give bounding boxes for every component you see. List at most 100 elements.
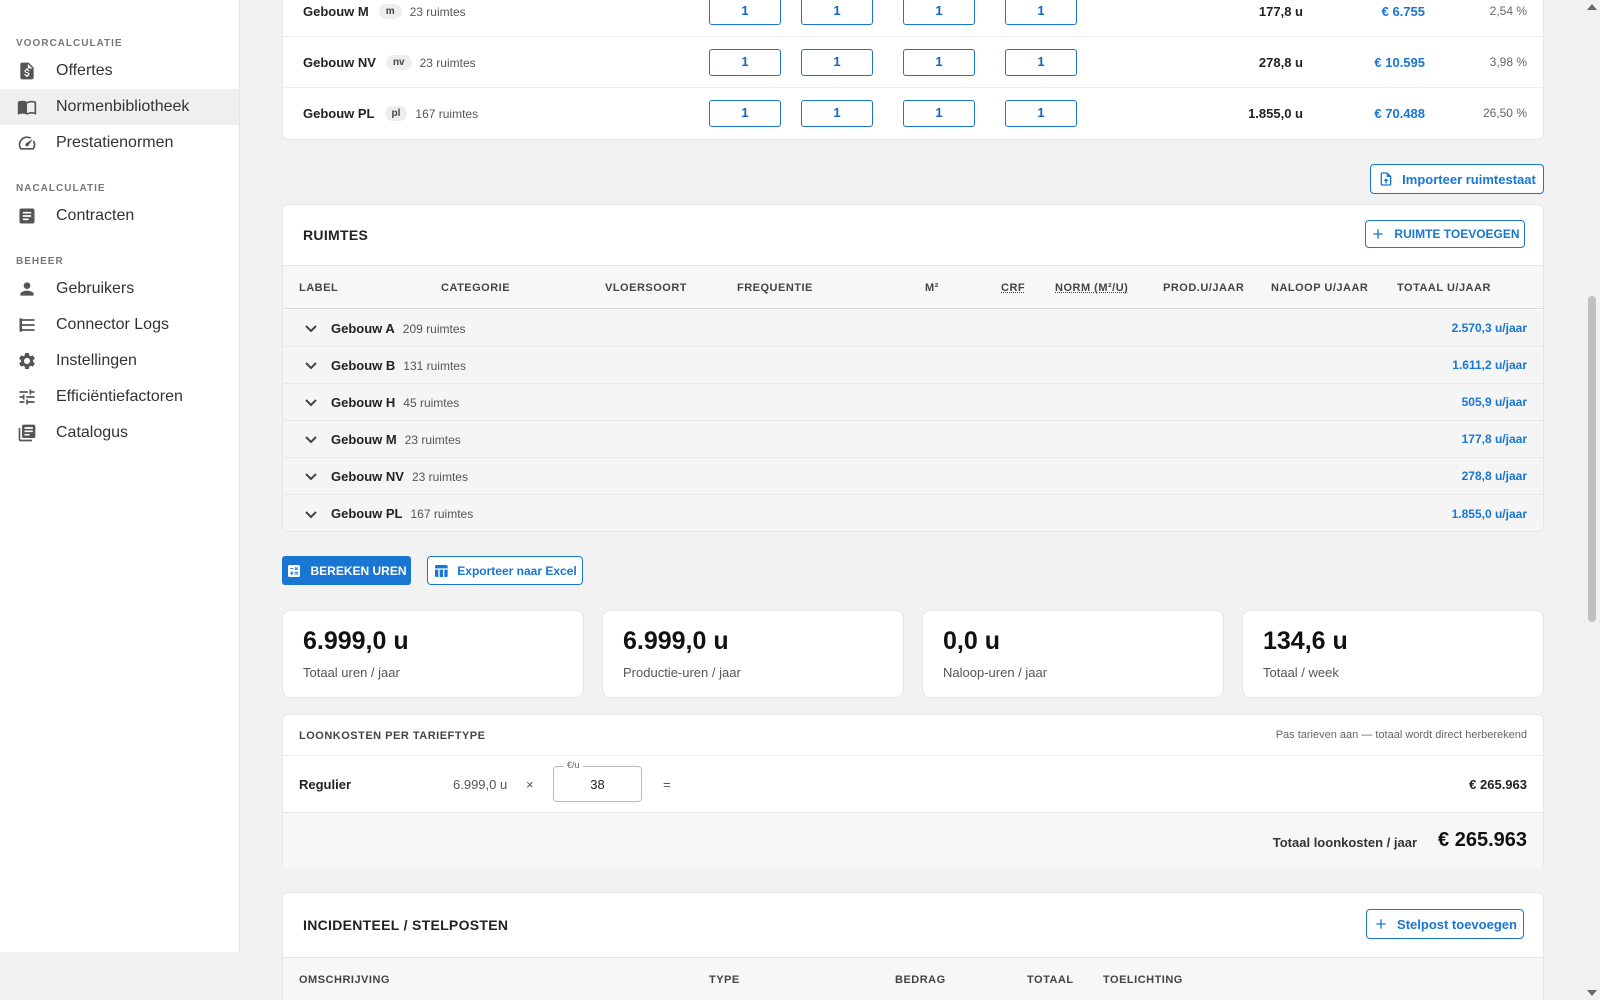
factor-input[interactable]: 1 (903, 0, 975, 25)
group-total: 2.570,3 u/jaar (1452, 321, 1527, 335)
invoice-icon (16, 60, 38, 82)
building-name: Gebouw PL pl 167 ruimtes (303, 106, 478, 121)
sidebar-item-label: Gebruikers (56, 280, 134, 298)
factor-input[interactable]: 1 (903, 49, 975, 76)
chevron-down-icon[interactable] (303, 394, 319, 410)
factor-input[interactable]: 1 (709, 49, 781, 76)
sidebar-item-efficientiefactoren[interactable]: Efficiëntiefactoren (0, 379, 239, 415)
page-scrollbar[interactable] (1584, 0, 1600, 1000)
ruimtes-card: RUIMTES RUIMTE TOEVOEGEN LABEL CATEGORIE… (282, 204, 1544, 532)
add-ruimte-button[interactable]: RUIMTE TOEVOEGEN (1365, 220, 1525, 248)
scroll-thumb[interactable] (1588, 296, 1596, 622)
building-group-row[interactable]: Gebouw PL 167 ruimtes 1.855,0 u/jaar (283, 495, 1543, 532)
group-name: Gebouw PL 167 ruimtes (331, 506, 473, 521)
import-ruimtestaat-button[interactable]: Importeer ruimtestaat (1370, 164, 1544, 194)
chevron-down-icon[interactable] (303, 320, 319, 336)
scroll-up-arrow-icon[interactable] (1587, 4, 1597, 10)
speedometer-icon (16, 132, 38, 154)
building-cost: € 10.595 (1303, 55, 1425, 70)
column-header[interactable]: TOTAAL U/JAAR (1397, 282, 1491, 294)
calculator-icon (286, 563, 302, 579)
column-header[interactable]: OMSCHRIJVING (299, 974, 390, 986)
column-header[interactable]: TOTAAL (1027, 974, 1074, 986)
column-header[interactable]: TYPE (709, 974, 740, 986)
factor-input[interactable]: 1 (903, 100, 975, 127)
building-group-row[interactable]: Gebouw A 209 ruimtes 2.570,3 u/jaar (283, 310, 1543, 347)
bereken-uren-label: BEREKEN UREN (310, 564, 406, 578)
column-header[interactable]: NORM (M²/U) (1055, 282, 1128, 294)
factor-input[interactable]: 1 (1005, 49, 1077, 76)
table-icon (433, 563, 449, 579)
sidebar-item-label: Instellingen (56, 352, 137, 370)
factor-input[interactable]: 1 (1005, 0, 1077, 25)
sliders-icon (16, 386, 38, 408)
building-group-row[interactable]: Gebouw B 131 ruimtes 1.611,2 u/jaar (283, 347, 1543, 384)
plus-icon (1373, 916, 1389, 932)
group-rooms: 23 ruimtes (412, 470, 468, 484)
building-cost: € 70.488 (1303, 106, 1425, 121)
factor-input[interactable]: 1 (709, 100, 781, 127)
column-header[interactable]: M² (925, 282, 939, 294)
sidebar-item-gebruikers[interactable]: Gebruikers (0, 271, 239, 307)
group-name: Gebouw A 209 ruimtes (331, 321, 466, 336)
sidebar-item-normenbibliotheek[interactable]: Normenbibliotheek (0, 89, 239, 125)
export-excel-label: Exporteer naar Excel (457, 564, 576, 578)
export-excel-button[interactable]: Exporteer naar Excel (427, 556, 583, 585)
group-rooms: 45 ruimtes (403, 396, 459, 410)
add-ruimte-label: RUIMTE TOEVOEGEN (1394, 227, 1519, 241)
building-row: Gebouw Mm 23 ruimtes 1 1 1 1 177,8 u € 6.… (283, 0, 1543, 37)
factor-input[interactable]: 1 (1005, 100, 1077, 127)
chevron-down-icon[interactable] (303, 357, 319, 373)
nav-section-title: BEHEER (0, 256, 239, 267)
column-header[interactable]: CRF (1001, 282, 1025, 294)
column-header[interactable]: LABEL (299, 282, 338, 294)
tarief-row-regulier: Regulier 6.999,0 u × €/u 38 = € 265.963 (283, 755, 1543, 813)
building-group-row[interactable]: Gebouw H 45 ruimtes 505,9 u/jaar (283, 384, 1543, 421)
group-total: 505,9 u/jaar (1462, 395, 1527, 409)
group-rooms: 131 ruimtes (403, 359, 466, 373)
list-icon (16, 314, 38, 336)
factor-input[interactable]: 1 (801, 100, 873, 127)
column-header[interactable]: CATEGORIE (441, 282, 510, 294)
stat-label: Productie-uren / jaar (623, 665, 741, 680)
factor-input[interactable]: 1 (709, 0, 781, 25)
column-header[interactable]: TOELICHTING (1103, 974, 1183, 986)
rate-input[interactable]: €/u 38 (553, 766, 642, 802)
column-header[interactable]: NALOOP U/JAAR (1271, 282, 1368, 294)
tarief-label: Regulier (299, 777, 351, 792)
sidebar-item-connector-logs[interactable]: Connector Logs (0, 307, 239, 343)
chevron-down-icon[interactable] (303, 506, 319, 522)
chevron-down-icon[interactable] (303, 468, 319, 484)
sidebar-item-offertes[interactable]: Offertes (0, 53, 239, 89)
sidebar-item-instellingen[interactable]: Instellingen (0, 343, 239, 379)
building-rooms: 23 ruimtes (410, 5, 466, 19)
sidebar-item-catalogus[interactable]: Catalogus (0, 415, 239, 451)
sidebar-item-prestatienormen[interactable]: Prestatienormen (0, 125, 239, 161)
scroll-down-arrow-icon[interactable] (1587, 990, 1597, 996)
nav-section-voorcalculatie: VOORCALCULATIE Offertes Normenbibliothee… (0, 38, 239, 161)
column-header[interactable]: FREQUENTIE (737, 282, 813, 294)
factor-input[interactable]: 1 (801, 49, 873, 76)
add-stelpost-button[interactable]: Stelpost toevoegen (1366, 909, 1524, 939)
stat-card-naloop-uren: 0,0 u Naloop-uren / jaar (922, 610, 1224, 698)
equals-sign: = (663, 777, 671, 792)
group-total: 177,8 u/jaar (1462, 432, 1527, 446)
stat-value: 6.999,0 u (303, 627, 409, 656)
stat-label: Totaal / week (1263, 665, 1339, 680)
building-group-row[interactable]: Gebouw NV 23 ruimtes 278,8 u/jaar (283, 458, 1543, 495)
building-percentage: 2,54 % (1433, 4, 1527, 18)
column-header[interactable]: PROD.U/JAAR (1163, 282, 1244, 294)
multiply-sign: × (526, 777, 534, 792)
column-header[interactable]: BEDRAG (895, 974, 946, 986)
bereken-uren-button[interactable]: BEREKEN UREN (282, 556, 411, 585)
factor-input[interactable]: 1 (801, 0, 873, 25)
building-group-row[interactable]: Gebouw M 23 ruimtes 177,8 u/jaar (283, 421, 1543, 458)
group-name: Gebouw H 45 ruimtes (331, 395, 459, 410)
sidebar-item-contracten[interactable]: Contracten (0, 198, 239, 234)
group-rooms: 23 ruimtes (405, 433, 461, 447)
column-header[interactable]: VLOERSOORT (605, 282, 687, 294)
building-percentage: 26,50 % (1433, 106, 1527, 120)
group-total: 1.855,0 u/jaar (1452, 507, 1527, 521)
group-name: Gebouw NV 23 ruimtes (331, 469, 468, 484)
chevron-down-icon[interactable] (303, 431, 319, 447)
